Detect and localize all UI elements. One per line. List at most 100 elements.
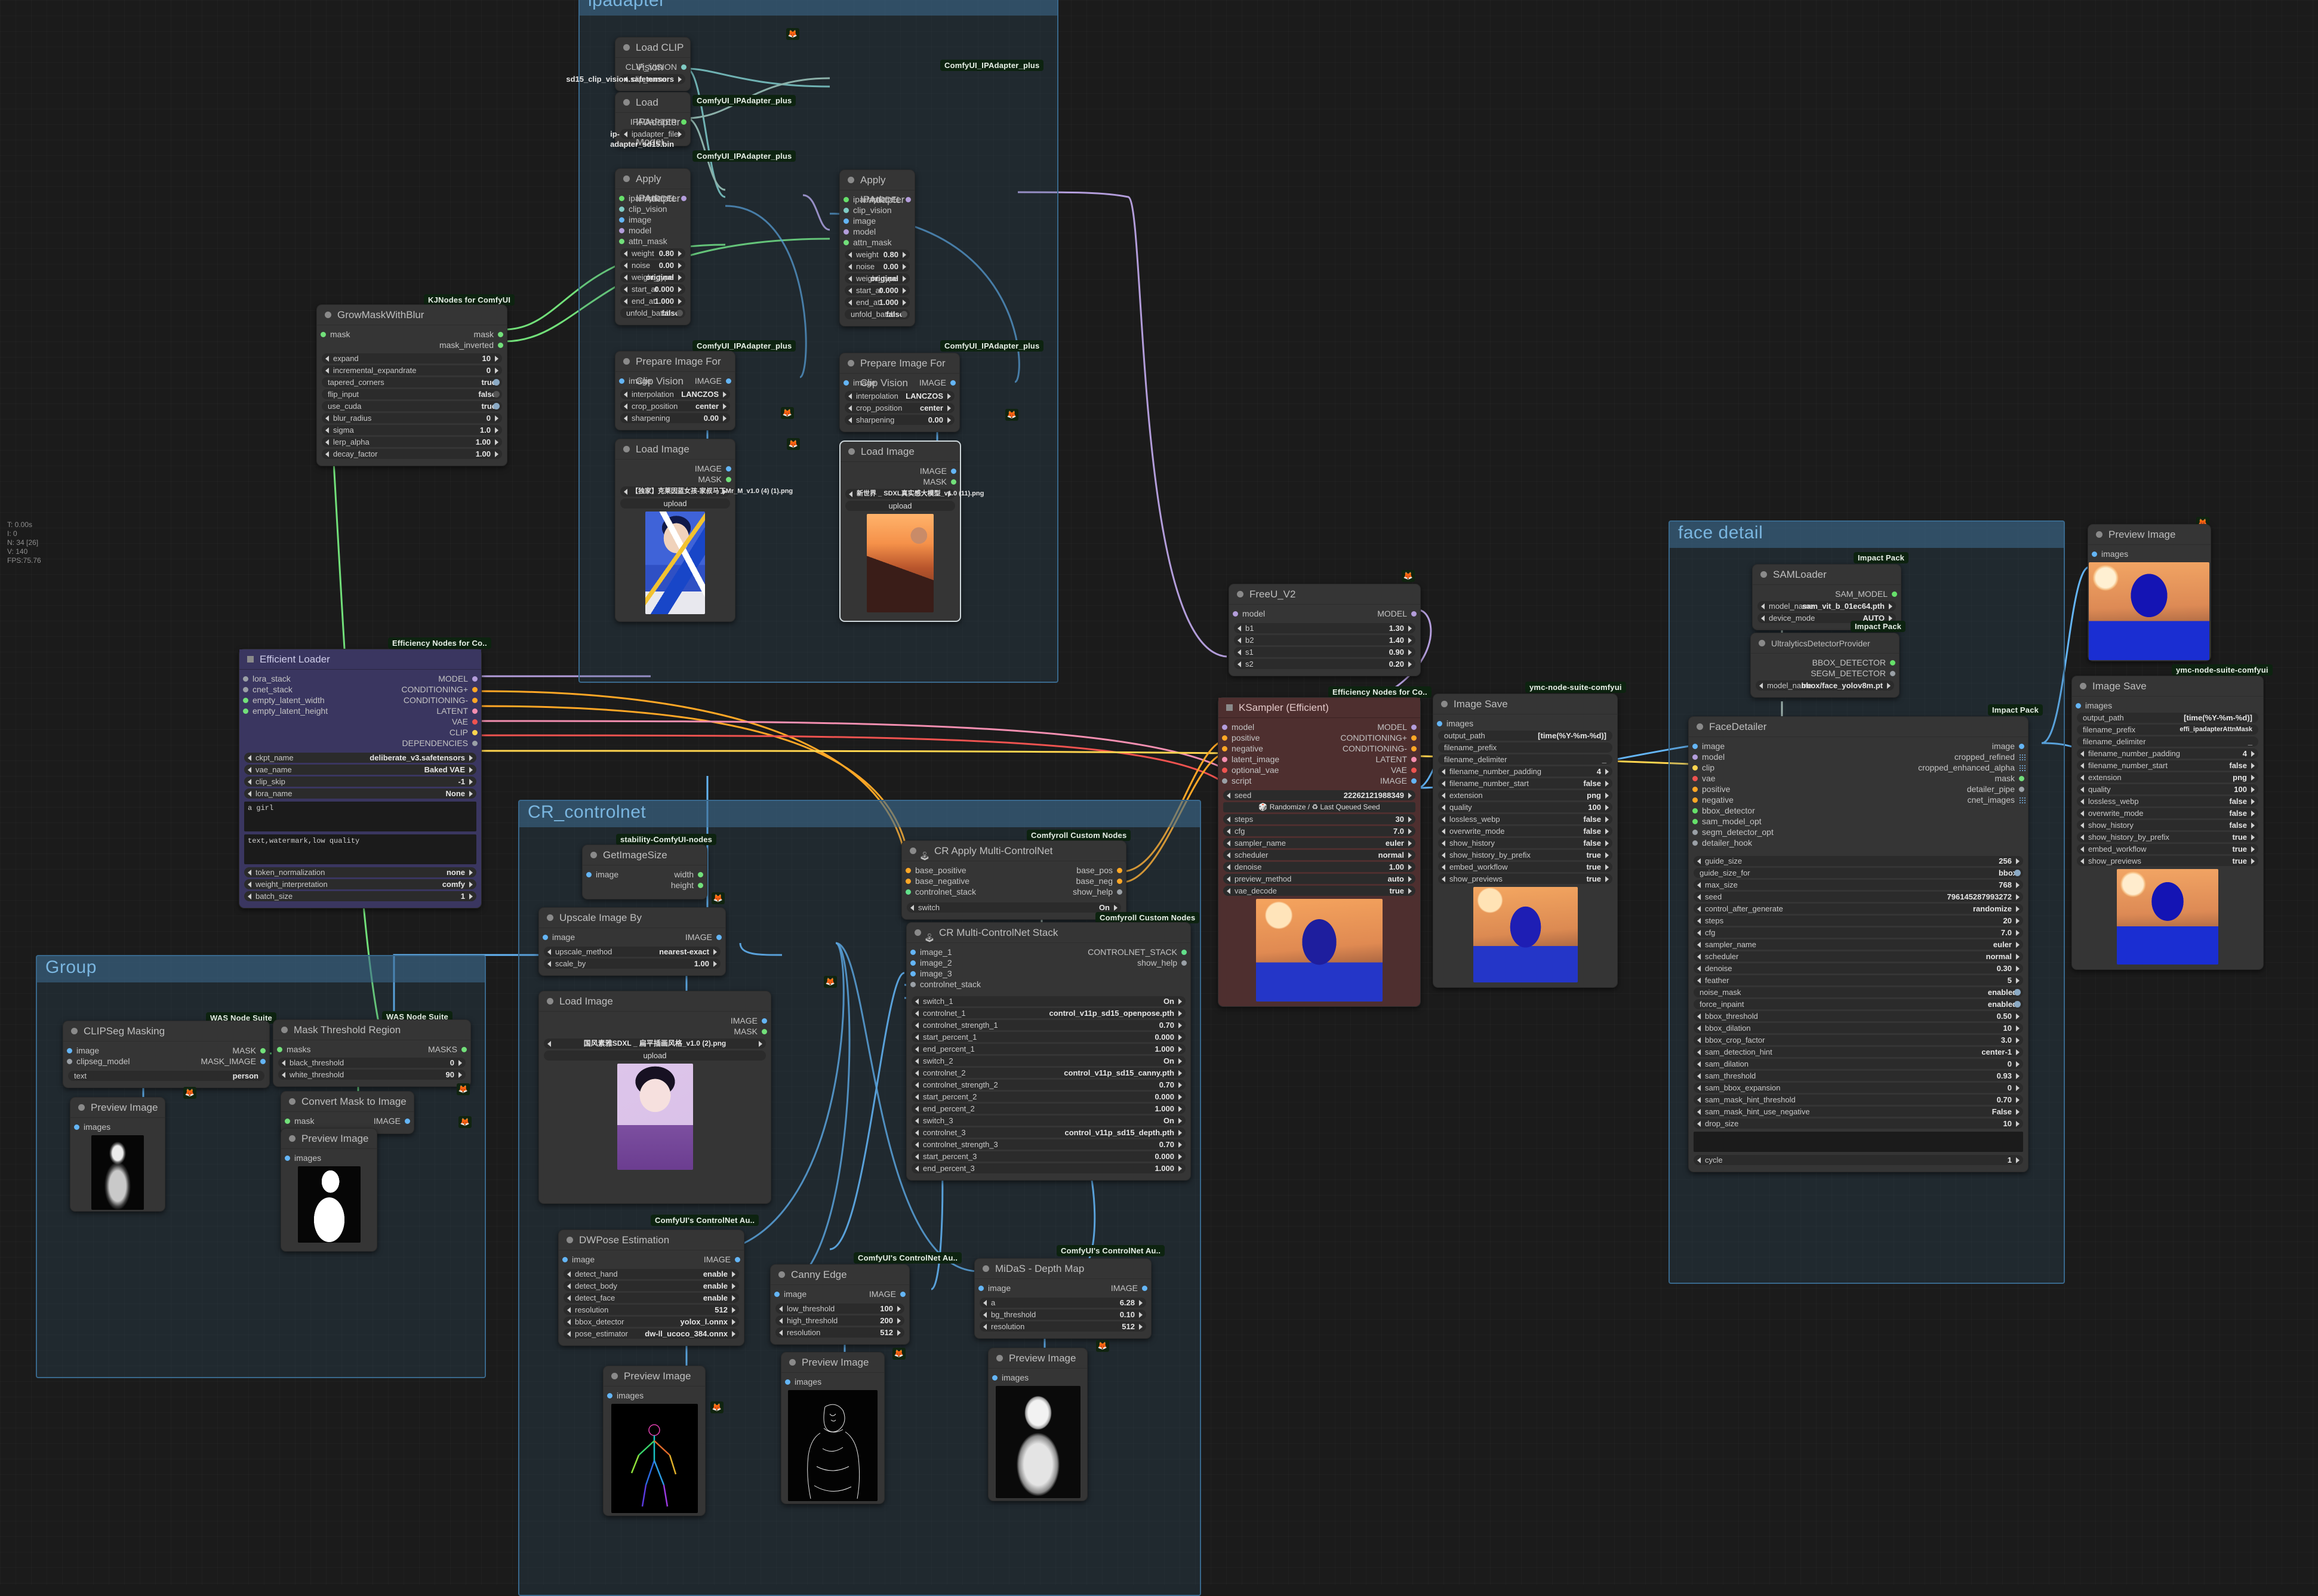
port-in-image[interactable]: image <box>840 215 883 226</box>
port-out-image[interactable]: IMAGE <box>1072 1283 1151 1293</box>
port-in-vae[interactable]: vae <box>1689 773 1832 784</box>
port-in-image-3[interactable]: image_3 <box>907 968 1020 979</box>
node-freeu-v2[interactable]: FreeU_V2 model MODEL b1 1.30 b2 1.40 s1 0.9… <box>1229 584 1421 676</box>
port-out-conditioning-neg[interactable]: CONDITIONING- <box>362 695 481 705</box>
node-title-bar[interactable]: KSampler (Efficient) <box>1218 698 1420 718</box>
collapse-icon[interactable] <box>623 44 630 51</box>
fox-icon[interactable]: 🦊 <box>892 1348 906 1360</box>
node-title-bar[interactable]: Mask Threshold Region <box>273 1020 470 1040</box>
port-out-cnet-images[interactable]: cnet_images <box>1861 794 2028 805</box>
port-out-cropped-enhanced-alpha[interactable]: cropped_enhanced_alpha <box>1861 762 2028 773</box>
widget-s2[interactable]: s2 0.20 <box>1234 659 1415 669</box>
widget-sampler-name[interactable]: sampler_name euler <box>1694 939 2023 950</box>
widget-feather[interactable]: feather 5 <box>1694 975 2023 985</box>
widget-embed-workflow[interactable]: embed_workflow true <box>2077 844 2258 854</box>
port-in-clip-vision[interactable]: clip_vision <box>840 205 892 215</box>
widget-lerp-alpha[interactable]: lerp_alpha 1.00 <box>322 437 502 447</box>
port-in-images[interactable]: images <box>1433 718 1617 729</box>
widget-seed[interactable]: seed 796145287993272 <box>1694 892 2023 902</box>
port-in-image[interactable]: image <box>771 1289 838 1299</box>
node-title-bar[interactable]: Prepare Image For Clip Vision <box>615 352 735 387</box>
fox-icon[interactable]: 🦊 <box>457 1083 470 1095</box>
collapse-icon[interactable] <box>547 998 553 1005</box>
widget-end-at[interactable]: end_at 1.000 <box>620 296 685 306</box>
port-in-image-1[interactable]: image_1 <box>907 947 1020 957</box>
fox-icon[interactable]: 🦊 <box>712 892 725 904</box>
port-in-negative[interactable]: negative <box>1218 743 1314 754</box>
port-in-latent-image[interactable]: latent_image <box>1218 754 1314 765</box>
widget-crop-position[interactable]: crop_position center <box>845 403 955 413</box>
port-out-image[interactable]: IMAGE <box>665 1254 744 1265</box>
widget-interpolation[interactable]: interpolation LANCZOS <box>620 389 730 399</box>
port-in-image[interactable]: image <box>615 214 658 225</box>
port-in-mask[interactable]: mask <box>317 329 402 340</box>
node-title-bar[interactable]: Load Image <box>615 439 735 460</box>
widget-model-name[interactable]: model_name sam_vit_b_01ec64.pth <box>1757 601 1896 611</box>
node-canny-edge[interactable]: Canny Edge image IMAGE low_threshold 100 … <box>770 1264 910 1345</box>
collapse-icon[interactable] <box>623 358 630 365</box>
node-preview-pose[interactable]: Preview Image images <box>603 1366 706 1516</box>
widget-weight-interpretation[interactable]: weight_interpretation comfy <box>244 879 476 889</box>
widget-token-normalization[interactable]: token_normalization none <box>244 867 476 877</box>
widget-guide-size[interactable]: guide_size 256 <box>1694 856 2023 866</box>
collapse-icon[interactable] <box>2080 683 2086 689</box>
node-title-bar[interactable]: SAMLoader <box>1753 565 1901 585</box>
port-out-model[interactable]: MODEL <box>1341 608 1420 619</box>
widget-noise[interactable]: noise 0.00 <box>620 260 685 270</box>
fox-icon[interactable]: 🦊 <box>183 1087 196 1099</box>
node-title-bar[interactable]: CLIPSeg Masking <box>63 1021 269 1042</box>
widget-show-previews[interactable]: show_previews true <box>2077 856 2258 866</box>
port-in-images[interactable]: images <box>989 1372 1087 1383</box>
widget-controlnet-strength-2[interactable]: controlnet_strength_2 0.70 <box>912 1080 1186 1090</box>
port-in-script[interactable]: script <box>1218 775 1314 786</box>
fox-icon[interactable]: 🦊 <box>786 28 799 40</box>
widget-quality[interactable]: quality 100 <box>1438 802 1612 812</box>
widget-crop-position[interactable]: crop_position center <box>620 401 730 411</box>
port-in-image[interactable]: image <box>615 375 676 386</box>
port-in-images[interactable]: images <box>781 1376 884 1387</box>
widget-sam-mask-hint-threshold[interactable]: sam_mask_hint_threshold 0.70 <box>1694 1095 2023 1105</box>
node-cr-multi-controlnet-stack[interactable]: 🕹 CR Multi-ControlNet Stack image_1 image… <box>906 922 1191 1181</box>
upload-button[interactable]: upload <box>544 1050 766 1061</box>
node-load-image-3[interactable]: Load Image IMAGE MASK 国风素雅SDXL _ 扁平插画风格_… <box>538 991 771 1204</box>
collapse-icon[interactable] <box>2096 531 2102 538</box>
port-out-width[interactable]: width <box>647 869 707 880</box>
port-in-image[interactable]: image <box>583 869 655 880</box>
widget-detect-body[interactable]: detect_body enable <box>564 1281 739 1291</box>
port-out-image[interactable]: IMAGE <box>341 1116 414 1126</box>
widget-low-threshold[interactable]: low_threshold 100 <box>775 1304 904 1314</box>
widget-unfold-batch[interactable]: unfold_batch false <box>620 308 685 318</box>
node-preview-face[interactable]: Preview Image images <box>2088 524 2211 661</box>
widget-filename-number-start[interactable]: filename_number_start false <box>2077 760 2258 771</box>
widget-bg-threshold[interactable]: bg_threshold 0.10 <box>980 1310 1146 1320</box>
port-in-sam-model-opt[interactable]: sam_model_opt <box>1689 816 1832 827</box>
collapse-icon[interactable] <box>1237 591 1243 597</box>
port-out-image[interactable]: IMAGE <box>647 932 725 942</box>
collapse-icon[interactable] <box>996 1355 1003 1361</box>
widget-tapered-corners[interactable]: tapered_corners true <box>322 377 502 387</box>
node-load-image-1[interactable]: Load Image IMAGE MASK 【独家】克莱因蓝女孩-家叔马丁Mr_… <box>615 439 793 622</box>
port-in-clip-vision[interactable]: clip_vision <box>615 204 667 214</box>
port-out-controlnet-stack[interactable]: CONTROLNET_STACK <box>1059 947 1190 957</box>
upload-button[interactable]: upload <box>620 498 730 509</box>
port-in-image[interactable]: image <box>1689 741 1832 751</box>
collapse-icon[interactable] <box>78 1104 85 1111</box>
widget-show-previews[interactable]: show_previews true <box>1438 874 1612 884</box>
widget-start-percent-2[interactable]: start_percent_2 0.000 <box>912 1092 1186 1102</box>
port-in-image[interactable]: image <box>559 1254 638 1265</box>
port-in-model[interactable]: model <box>1689 751 1832 762</box>
port-in-lora-stack[interactable]: lora_stack <box>239 673 347 684</box>
collapse-icon[interactable] <box>848 177 854 183</box>
widget-extension[interactable]: extension png <box>2077 772 2258 782</box>
widget-white-threshold[interactable]: white_threshold 90 <box>278 1070 466 1080</box>
port-out-image[interactable]: IMAGE <box>674 375 735 386</box>
node-title-bar[interactable]: Canny Edge <box>771 1265 909 1285</box>
port-in-controlnet-stack[interactable]: controlnet_stack <box>902 886 1015 897</box>
widget-sigma[interactable]: sigma 1.0 <box>322 425 502 435</box>
port-out-mask[interactable]: mask <box>411 329 507 340</box>
port-out-detailer-pipe[interactable]: detailer_pipe <box>1861 784 2028 794</box>
widget-switch[interactable]: switch On <box>907 902 1121 913</box>
collapse-icon[interactable] <box>281 1027 288 1033</box>
port-in-images[interactable]: images <box>281 1153 377 1163</box>
port-out-mask[interactable]: mask <box>1861 773 2028 784</box>
